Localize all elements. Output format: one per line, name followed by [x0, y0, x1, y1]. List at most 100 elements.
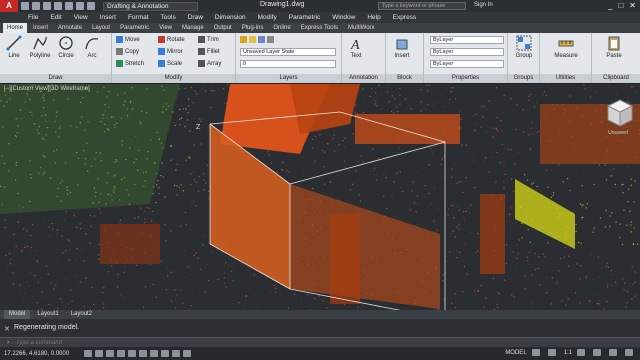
tab-online[interactable]: Online — [269, 23, 294, 33]
menu-format[interactable]: Format — [128, 12, 149, 23]
array-button[interactable]: Array — [198, 60, 221, 67]
maximize-button[interactable]: □ — [618, 1, 623, 10]
quick-view-drawings-icon[interactable] — [547, 349, 556, 356]
properties-panel-title[interactable]: Properties — [424, 74, 507, 83]
search-input[interactable]: Type a keyword or phrase — [378, 2, 466, 10]
dyn-icon[interactable] — [161, 350, 169, 357]
layers-panel-title[interactable]: Layers — [236, 74, 341, 83]
mirror-button[interactable]: Mirror — [158, 48, 183, 55]
tab-home[interactable]: Home — [3, 23, 28, 33]
redo-icon[interactable] — [87, 2, 95, 10]
new-icon[interactable] — [21, 2, 29, 10]
tab-layout[interactable]: Layout — [88, 23, 114, 33]
layer-lock-icon[interactable] — [267, 36, 274, 43]
menu-file[interactable]: File — [28, 12, 38, 23]
transparency-icon[interactable] — [183, 350, 191, 357]
command-prompt-icon[interactable]: › — [0, 339, 16, 346]
menu-edit[interactable]: Edit — [50, 12, 61, 23]
text-button[interactable]: A Text — [344, 35, 368, 59]
tab-view[interactable]: View — [155, 23, 176, 33]
viewport-controls[interactable]: [−][Custom View][3D Wireframe] — [4, 86, 90, 92]
current-layer-dropdown[interactable]: 0 — [240, 60, 336, 68]
tab-express-tools[interactable]: Express Tools — [297, 23, 342, 33]
clipboard-panel-title[interactable]: Clipboard — [592, 74, 640, 83]
linetype-dropdown[interactable]: ByLayer — [430, 48, 504, 56]
tab-output[interactable]: Output — [210, 23, 236, 33]
close-icon[interactable]: ✕ — [4, 325, 10, 333]
menu-view[interactable]: View — [74, 12, 88, 23]
arc-button[interactable]: Arc — [80, 35, 104, 59]
layer-freeze-icon[interactable] — [258, 36, 265, 43]
insert-block-button[interactable]: Insert — [390, 35, 414, 59]
quick-view-layouts-icon[interactable] — [531, 349, 540, 356]
modify-panel-title[interactable]: Modify — [112, 74, 235, 83]
menu-modify[interactable]: Modify — [258, 12, 277, 23]
paste-button[interactable]: Paste — [602, 35, 626, 59]
block-panel-title[interactable]: Block — [386, 74, 423, 83]
lock-icon[interactable] — [609, 349, 617, 356]
rotate-button[interactable]: Rotate — [158, 36, 185, 43]
workspace-dropdown[interactable]: Drafting & Annotation — [103, 1, 198, 11]
trim-button[interactable]: Trim — [198, 36, 219, 43]
menu-parametric[interactable]: Parametric — [289, 12, 320, 23]
model-space-button[interactable]: MODEL — [505, 350, 526, 356]
annotation-scale[interactable]: 1:1 — [564, 350, 572, 356]
tab-plugins[interactable]: Plug-ins — [238, 23, 268, 33]
annotation-panel-title[interactable]: Annotation — [342, 74, 385, 83]
stretch-button[interactable]: Stretch — [116, 60, 144, 67]
menu-draw[interactable]: Draw — [188, 12, 203, 23]
menu-tools[interactable]: Tools — [161, 12, 176, 23]
copy-button[interactable]: Copy — [116, 48, 139, 55]
undo-icon[interactable] — [76, 2, 84, 10]
ducs-icon[interactable] — [150, 350, 158, 357]
signin-button[interactable]: Sign In — [474, 2, 493, 8]
tab-manage[interactable]: Manage — [178, 23, 208, 33]
menu-help[interactable]: Help — [367, 12, 380, 23]
layer-state-dropdown[interactable]: Unsaved Layer State — [240, 48, 336, 56]
clean-screen-icon[interactable] — [625, 349, 633, 356]
tab-model[interactable]: Model — [4, 310, 31, 319]
fillet-button[interactable]: Fillet — [198, 48, 220, 55]
tab-multiworx[interactable]: MultiWorx — [344, 23, 379, 33]
polyline-button[interactable]: Polyline — [26, 35, 54, 59]
utilities-panel-title[interactable]: Utilities — [540, 74, 591, 83]
tab-parametric[interactable]: Parametric — [116, 23, 153, 33]
open-icon[interactable] — [32, 2, 40, 10]
color-dropdown[interactable]: ByLayer — [430, 36, 504, 44]
lineweight-dropdown[interactable]: ByLayer — [430, 60, 504, 68]
ortho-icon[interactable] — [106, 350, 114, 357]
save-icon[interactable] — [43, 2, 51, 10]
menu-insert[interactable]: Insert — [100, 12, 116, 23]
app-logo[interactable]: A — [0, 0, 18, 12]
otrack-icon[interactable] — [139, 350, 147, 357]
groups-panel-title[interactable]: Groups — [508, 74, 539, 83]
menu-dimension[interactable]: Dimension — [215, 12, 246, 23]
lineweight-icon[interactable] — [172, 350, 180, 357]
saveas-icon[interactable] — [54, 2, 62, 10]
measure-button[interactable]: Measure — [550, 35, 582, 59]
tab-insert[interactable]: Insert — [29, 23, 52, 33]
tab-annotate[interactable]: Annotate — [54, 23, 86, 33]
close-button[interactable]: ✕ — [629, 1, 636, 10]
plot-icon[interactable] — [65, 2, 73, 10]
circle-button[interactable]: Circle — [54, 35, 78, 59]
menu-express[interactable]: Express — [393, 12, 416, 23]
drawing-viewport[interactable]: [−][Custom View][3D Wireframe] Z Unsaved — [0, 84, 640, 310]
workspace-switching-icon[interactable] — [593, 349, 601, 356]
command-input[interactable] — [16, 339, 416, 346]
group-button[interactable]: Group — [512, 35, 536, 59]
tab-layout1[interactable]: Layout1 — [32, 310, 63, 319]
menu-window[interactable]: Window — [332, 12, 355, 23]
layer-properties-icon[interactable] — [240, 36, 247, 43]
viewcube[interactable]: Unsaved — [602, 98, 634, 140]
move-button[interactable]: Move — [116, 36, 140, 43]
draw-panel-title[interactable]: Draw — [0, 74, 111, 83]
snap-icon[interactable] — [84, 350, 92, 357]
osnap-icon[interactable] — [128, 350, 136, 357]
polar-icon[interactable] — [117, 350, 125, 357]
layer-on-icon[interactable] — [249, 36, 256, 43]
annotation-visibility-icon[interactable] — [577, 349, 585, 356]
grid-icon[interactable] — [95, 350, 103, 357]
minimize-button[interactable]: _ — [608, 1, 612, 10]
tab-layout2[interactable]: Layout2 — [66, 310, 97, 319]
